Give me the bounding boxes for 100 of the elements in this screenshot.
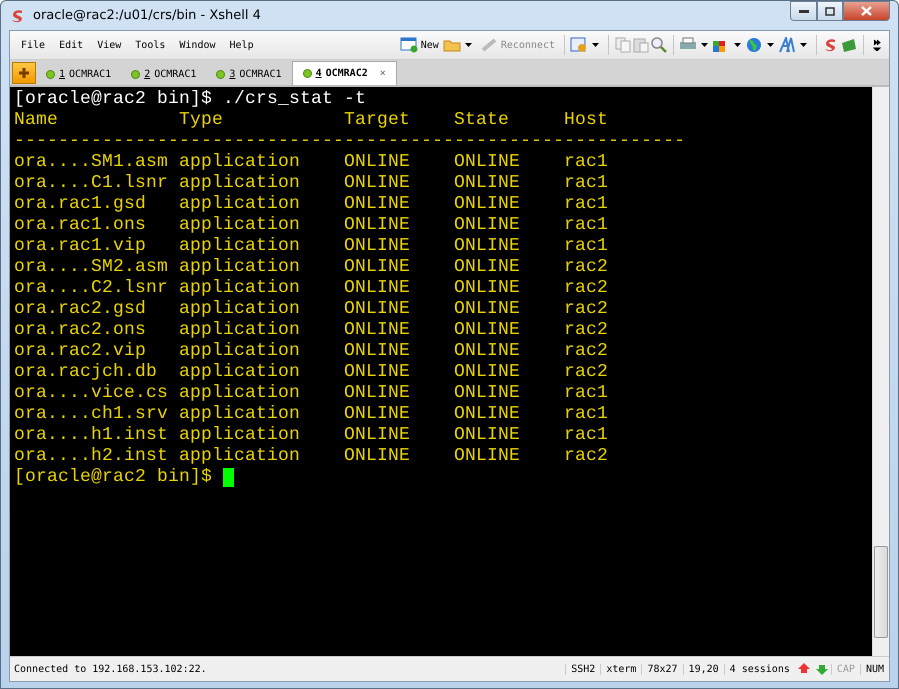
table-cell-text: ONLINE bbox=[344, 425, 412, 446]
table-cell-text: rac1 bbox=[564, 173, 610, 194]
toolbar-button[interactable]: New bbox=[396, 37, 443, 53]
table-cell-text: ONLINE bbox=[454, 278, 522, 299]
table-cell-text: application bbox=[179, 236, 302, 257]
table-cell-text: application bbox=[179, 194, 302, 215]
table-cell-text: rac1 bbox=[564, 236, 610, 257]
menu-item[interactable]: Edit bbox=[52, 40, 90, 50]
restore-icon bbox=[825, 6, 835, 16]
column-header: Name bbox=[14, 110, 60, 131]
table-cell-text: application bbox=[179, 404, 302, 425]
table-cell-text: rac1 bbox=[564, 383, 610, 404]
table-cell-text: rac2 bbox=[564, 341, 610, 362]
caret-icon bbox=[464, 43, 472, 47]
column-header: Target bbox=[344, 110, 412, 131]
table-cell-text: rac2 bbox=[564, 446, 610, 467]
plus-icon bbox=[19, 68, 29, 78]
table-cell-text: rac2 bbox=[564, 278, 610, 299]
table-cell-text: ONLINE bbox=[454, 299, 522, 320]
table-cell-text: application bbox=[179, 320, 302, 341]
menu-item[interactable]: View bbox=[90, 40, 128, 50]
new-tab-button[interactable] bbox=[12, 62, 36, 84]
table-cell-text: application bbox=[179, 362, 302, 383]
close-tab-button[interactable]: × bbox=[380, 68, 386, 79]
session-tab[interactable]: 4 OCMRAC2 × bbox=[292, 61, 397, 85]
scrollbar[interactable] bbox=[872, 87, 889, 656]
table-cell-text: ONLINE bbox=[454, 257, 522, 278]
status-field: SSH2 bbox=[565, 664, 600, 674]
table-cell-text: ONLINE bbox=[344, 194, 412, 215]
column-header: Type bbox=[179, 110, 224, 131]
globe-icon bbox=[745, 37, 763, 53]
command-line: [oracle@rac2 bin]$ ./crs_stat -t bbox=[14, 89, 366, 110]
status-dot bbox=[46, 70, 55, 79]
table-cell-text: ora....h2.inst bbox=[14, 446, 170, 467]
caret-icon bbox=[701, 43, 708, 47]
status-dot bbox=[302, 69, 312, 78]
table-cell-text: ora.rac2.ons bbox=[14, 320, 148, 341]
table-cell-text: ONLINE bbox=[454, 173, 522, 194]
search-icon bbox=[650, 37, 668, 53]
table-cell-text: ONLINE bbox=[454, 341, 522, 362]
table-cell-text: rac1 bbox=[564, 152, 610, 173]
caret-icon bbox=[767, 43, 774, 47]
table-cell-text: ONLINE bbox=[344, 257, 412, 278]
table-cell-text: rac2 bbox=[564, 257, 610, 278]
separator-line: ------------------------------------------------------------- bbox=[14, 131, 686, 152]
table-cell-text: ONLINE bbox=[344, 446, 412, 467]
menu-item[interactable]: Help bbox=[222, 40, 261, 50]
table-cell-text: ONLINE bbox=[344, 215, 412, 236]
chevron-icon bbox=[873, 39, 881, 51]
table-cell-text: ONLINE bbox=[344, 383, 412, 404]
table-cell-text: ONLINE bbox=[454, 404, 522, 425]
minimize-button[interactable] bbox=[790, 1, 817, 21]
table-cell-text: rac1 bbox=[564, 425, 610, 446]
table-cell-text: ONLINE bbox=[454, 152, 522, 173]
table-cell-text: application bbox=[179, 257, 302, 278]
table-cell-text: ONLINE bbox=[344, 320, 412, 341]
table-cell-text: ONLINE bbox=[344, 173, 412, 194]
table-cell-text: ONLINE bbox=[454, 215, 522, 236]
table-cell-text: rac2 bbox=[564, 299, 610, 320]
table-cell-text: ONLINE bbox=[454, 362, 522, 383]
caret-icon bbox=[800, 43, 807, 47]
paste-icon bbox=[632, 37, 650, 53]
caret-icon bbox=[734, 43, 741, 47]
status-indicator: NUM bbox=[860, 664, 889, 674]
session-tab[interactable]: 3 OCMRAC1 bbox=[206, 64, 292, 85]
close-button[interactable] bbox=[843, 1, 890, 21]
column-header: Host bbox=[564, 110, 610, 131]
table-cell-text: application bbox=[179, 173, 302, 194]
status-field: xterm bbox=[600, 664, 642, 674]
table-cell-text: ora....ch1.srv bbox=[14, 404, 170, 425]
window-title: oracle@rac2:/u01/crs/bin - Xshell 4 bbox=[33, 8, 261, 23]
table-cell-text: rac2 bbox=[564, 320, 610, 341]
table-cell-text: ONLINE bbox=[344, 236, 412, 257]
table-cell-text: application bbox=[179, 425, 302, 446]
table-cell-text: ora....SM2.asm bbox=[14, 257, 170, 278]
close-icon bbox=[861, 6, 872, 16]
table-cell-text: application bbox=[179, 383, 302, 404]
table-cell-text: application bbox=[179, 152, 302, 173]
table-cell-text: ONLINE bbox=[454, 194, 522, 215]
table-cell-text: ONLINE bbox=[454, 320, 522, 341]
table-cell-text: rac1 bbox=[564, 404, 610, 425]
menu-item[interactable]: File bbox=[14, 40, 52, 50]
status-message: Connected to 192.168.153.102:22. bbox=[13, 664, 208, 674]
table-cell-text: ora....C1.lsnr bbox=[14, 173, 170, 194]
table-cell-text: ONLINE bbox=[344, 278, 412, 299]
table-cell-text: ora....h1.inst bbox=[14, 425, 170, 446]
menu-item[interactable]: Tools bbox=[128, 40, 172, 50]
column-header: State bbox=[454, 110, 510, 131]
table-cell-text: ONLINE bbox=[344, 404, 412, 425]
session-tab[interactable]: 1 OCMRAC1 bbox=[36, 64, 122, 85]
table-cell-text: ONLINE bbox=[454, 236, 522, 257]
maximize-button[interactable] bbox=[817, 1, 843, 21]
session-tab[interactable]: 2 OCMRAC1 bbox=[121, 64, 206, 85]
table-cell-text: application bbox=[179, 299, 302, 320]
table-cell-text: ONLINE bbox=[454, 446, 522, 467]
table-cell-text: ONLINE bbox=[454, 383, 522, 404]
menu-item[interactable]: Window bbox=[172, 40, 223, 50]
table-cell-text: rac1 bbox=[564, 215, 610, 236]
table-cell-text: ora.rac1.gsd bbox=[14, 194, 148, 215]
properties-icon bbox=[570, 37, 588, 53]
